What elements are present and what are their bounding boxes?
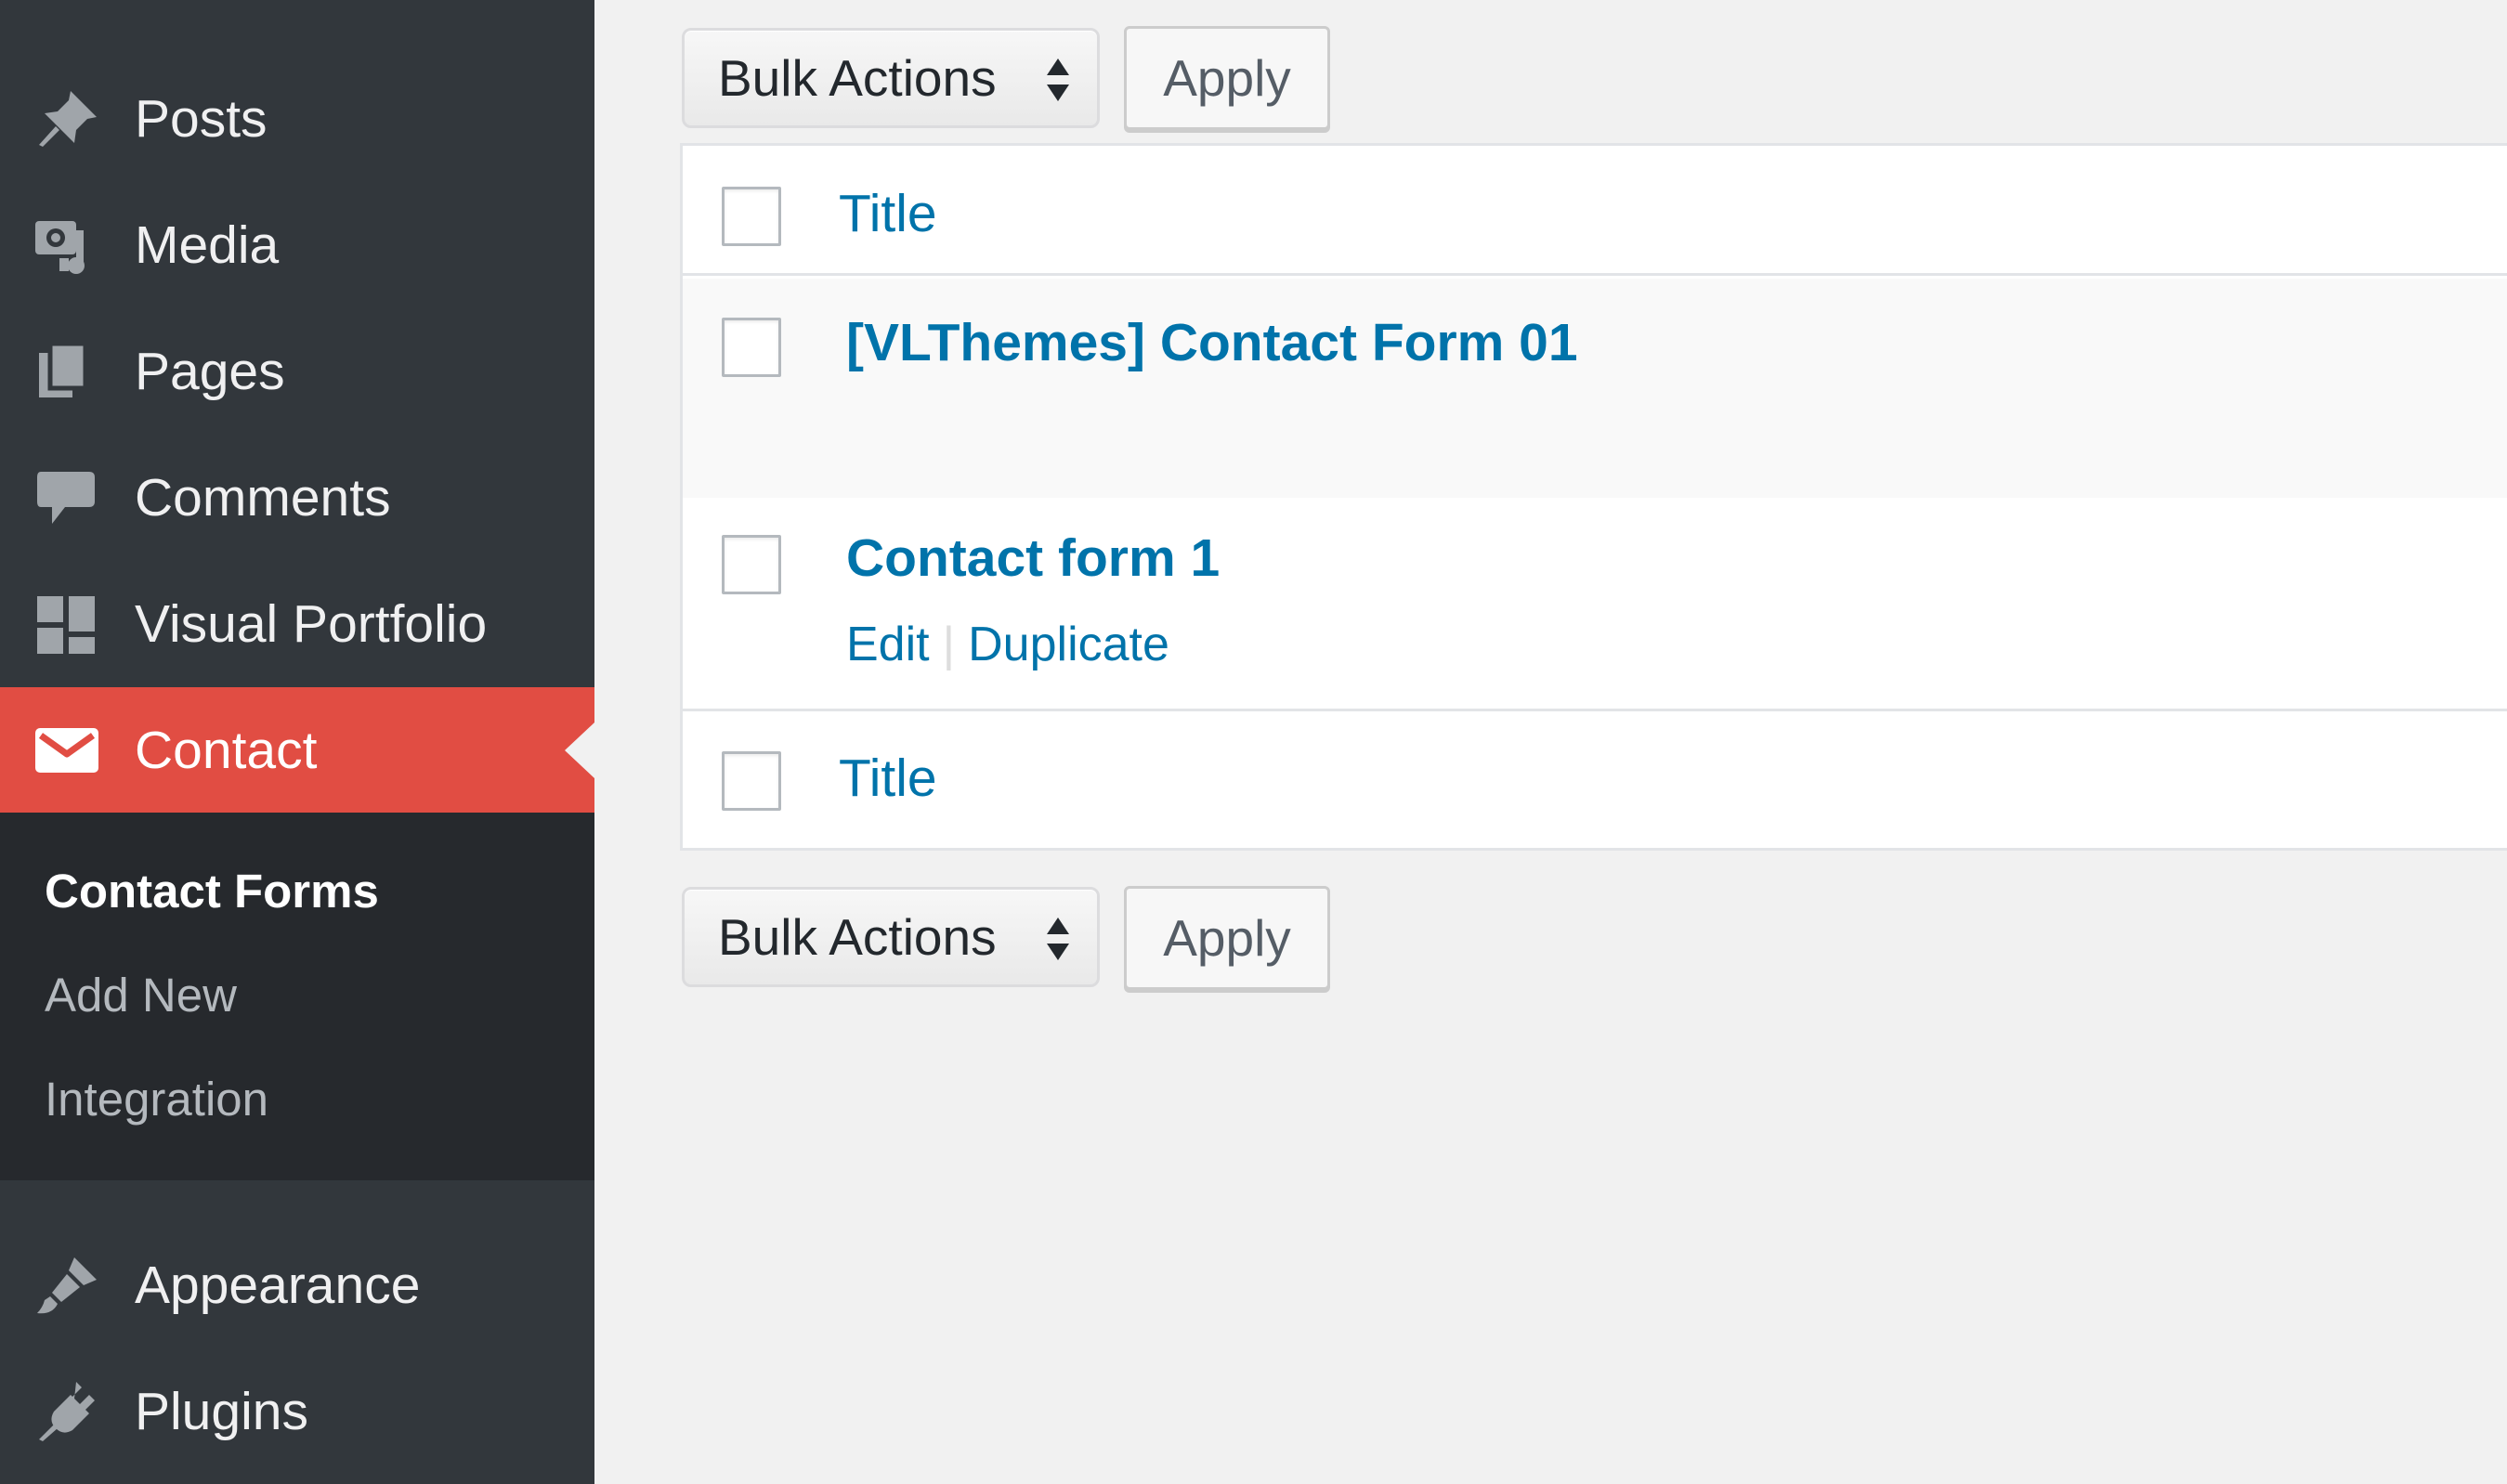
row-actions: Edit | Duplicate bbox=[846, 617, 1169, 672]
menu-item-comments[interactable]: Comments bbox=[0, 435, 594, 561]
menu-label-contact: Contact bbox=[135, 721, 318, 780]
row-checkbox[interactable] bbox=[722, 535, 781, 594]
table-footer-row: Title bbox=[683, 714, 2507, 848]
action-separator: | bbox=[942, 618, 956, 671]
menu-item-pages[interactable]: Pages bbox=[0, 308, 594, 435]
select-arrows-icon bbox=[1045, 916, 1071, 962]
submenu-contact-forms[interactable]: Contact Forms bbox=[45, 859, 379, 924]
contact-forms-table: Title [VLThemes] Contact Form 01 Contact… bbox=[680, 143, 2507, 851]
menu-item-visual-portfolio[interactable]: Visual Portfolio bbox=[0, 561, 594, 687]
bulk-actions-select-bottom[interactable]: Bulk Actions bbox=[682, 887, 1100, 987]
duplicate-link[interactable]: Duplicate bbox=[968, 618, 1169, 671]
select-all-checkbox-bottom[interactable] bbox=[722, 751, 781, 811]
title-column-header-top[interactable]: Title bbox=[839, 183, 937, 244]
comment-icon bbox=[33, 466, 100, 529]
bulk-actions-select-top[interactable]: Bulk Actions bbox=[682, 28, 1100, 128]
media-icon bbox=[33, 214, 100, 277]
select-arrows-icon bbox=[1045, 57, 1071, 103]
row-checkbox[interactable] bbox=[722, 318, 781, 377]
menu-label-plugins: Plugins bbox=[135, 1382, 308, 1441]
active-indicator bbox=[565, 722, 594, 778]
contact-submenu: Contact Forms Add New Integration bbox=[0, 813, 594, 1180]
bulk-actions-label-bottom: Bulk Actions bbox=[718, 908, 997, 966]
pages-icon bbox=[33, 340, 100, 403]
menu-item-appearance[interactable]: Appearance bbox=[0, 1222, 594, 1348]
menu-item-contact[interactable]: Contact bbox=[0, 687, 594, 814]
menu-label-posts: Posts bbox=[135, 89, 268, 149]
select-all-checkbox-top[interactable] bbox=[722, 187, 781, 246]
bulk-actions-label-top: Bulk Actions bbox=[718, 49, 997, 107]
table-row: [VLThemes] Contact Form 01 bbox=[683, 279, 2507, 498]
menu-item-plugins[interactable]: Plugins bbox=[0, 1348, 594, 1475]
submenu-integration[interactable]: Integration bbox=[45, 1067, 268, 1132]
table-row: Contact form 1 Edit | Duplicate bbox=[683, 498, 2507, 711]
mail-icon bbox=[33, 719, 100, 782]
title-column-header-bottom[interactable]: Title bbox=[839, 748, 937, 809]
admin-sidebar: Posts Media Pages Comments Visual Portfo… bbox=[0, 0, 594, 1484]
menu-label-visual-portfolio: Visual Portfolio bbox=[135, 594, 488, 654]
menu-label-media: Media bbox=[135, 215, 280, 275]
plug-icon bbox=[33, 1380, 100, 1443]
brush-icon bbox=[33, 1254, 100, 1317]
apply-button-top[interactable]: Apply bbox=[1124, 26, 1330, 130]
row-title-link[interactable]: Contact form 1 bbox=[846, 527, 1220, 589]
menu-label-pages: Pages bbox=[135, 342, 285, 401]
submenu-add-new[interactable]: Add New bbox=[45, 963, 237, 1028]
apply-button-bottom[interactable]: Apply bbox=[1124, 886, 1330, 990]
menu-item-posts[interactable]: Posts bbox=[0, 56, 594, 182]
edit-link[interactable]: Edit bbox=[846, 618, 930, 671]
table-header-row: Title bbox=[683, 146, 2507, 276]
menu-label-appearance: Appearance bbox=[135, 1256, 421, 1315]
pin-icon bbox=[33, 87, 100, 150]
row-title-link[interactable]: [VLThemes] Contact Form 01 bbox=[846, 312, 1578, 373]
menu-label-comments: Comments bbox=[135, 468, 391, 527]
grid-icon bbox=[33, 592, 100, 656]
menu-item-media[interactable]: Media bbox=[0, 182, 594, 308]
